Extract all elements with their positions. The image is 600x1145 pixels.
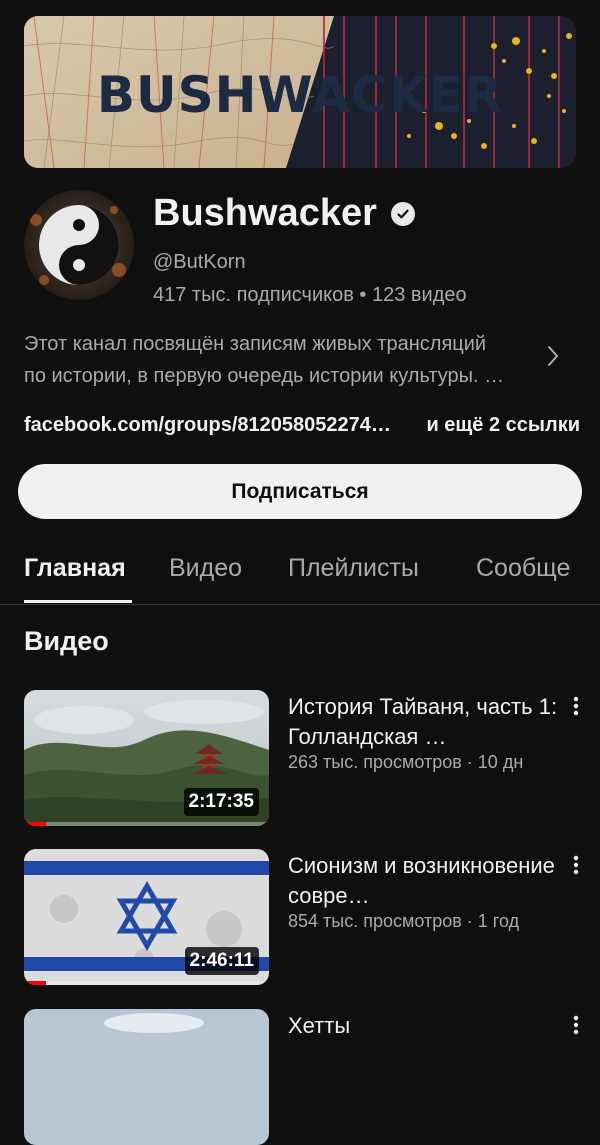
video-title[interactable]: Сионизм и возникновение совре…: [288, 851, 560, 911]
tabs-fade: [570, 548, 600, 604]
video-title[interactable]: Хетты: [288, 1011, 560, 1041]
section-title: Видео: [24, 626, 109, 656]
video-title[interactable]: История Тайваня, часть 1: Голландская …: [288, 692, 560, 752]
channel-link[interactable]: facebook.com/groups/812058052274…: [24, 414, 391, 436]
more-vert-icon[interactable]: [570, 853, 582, 877]
video-thumbnail[interactable]: 2:46:11: [24, 849, 269, 985]
subscribe-button[interactable]: Подписаться: [18, 464, 582, 519]
watch-progress-fill: [24, 822, 47, 826]
description-line: по истории, в первую очередь истории кул…: [24, 365, 505, 387]
verified-check-icon: [390, 201, 415, 226]
channel-tabs: Главная Видео Плейлисты Сообще: [0, 548, 600, 605]
tab-videos[interactable]: Видео: [169, 554, 242, 583]
channel-links: facebook.com/groups/812058052274… и ещё …: [24, 414, 580, 437]
channel-name-text: Bushwacker: [153, 192, 377, 234]
channel-stats: 417 тыс. подписчиков • 123 видео: [153, 284, 467, 306]
watch-progress: [24, 981, 269, 985]
active-tab-indicator: [24, 600, 132, 603]
channel-description[interactable]: Этот канал посвящён записям живых трансл…: [24, 328, 544, 392]
video-duration: 2:17:35: [183, 788, 259, 816]
more-vert-icon[interactable]: [570, 694, 582, 718]
video-thumbnail[interactable]: 2:17:35: [24, 690, 269, 826]
chevron-right-icon[interactable]: [546, 344, 560, 373]
more-links-button[interactable]: и ещё 2 ссылки: [426, 414, 580, 437]
description-line: Этот канал посвящён записям живых трансл…: [24, 333, 487, 355]
channel-handle: @ButKorn: [153, 251, 246, 273]
channel-banner: BUSHWACKER: [24, 16, 576, 168]
watch-progress: [24, 822, 269, 826]
tab-community[interactable]: Сообще: [476, 554, 570, 583]
video-item[interactable]: 2:46:11 Сионизм и возникновение совре… 8…: [24, 849, 579, 985]
video-thumbnail[interactable]: [24, 1009, 269, 1145]
channel-avatar[interactable]: [24, 190, 134, 300]
video-meta: 854 тыс. просмотров · 1 год: [288, 911, 520, 931]
video-meta: 263 тыс. просмотров · 10 дн: [288, 752, 524, 772]
video-duration: 2:46:11: [184, 947, 259, 975]
channel-name: Bushwacker: [153, 192, 415, 235]
video-item[interactable]: 2:17:35 История Тайваня, часть 1: Голлан…: [24, 690, 579, 826]
banner-title: BUSHWACKER: [96, 66, 504, 124]
watch-progress-fill: [24, 981, 47, 985]
more-vert-icon[interactable]: [570, 1013, 582, 1037]
video-item[interactable]: Хетты: [24, 1009, 579, 1145]
tab-home[interactable]: Главная: [24, 554, 126, 583]
tab-playlists[interactable]: Плейлисты: [288, 554, 419, 583]
